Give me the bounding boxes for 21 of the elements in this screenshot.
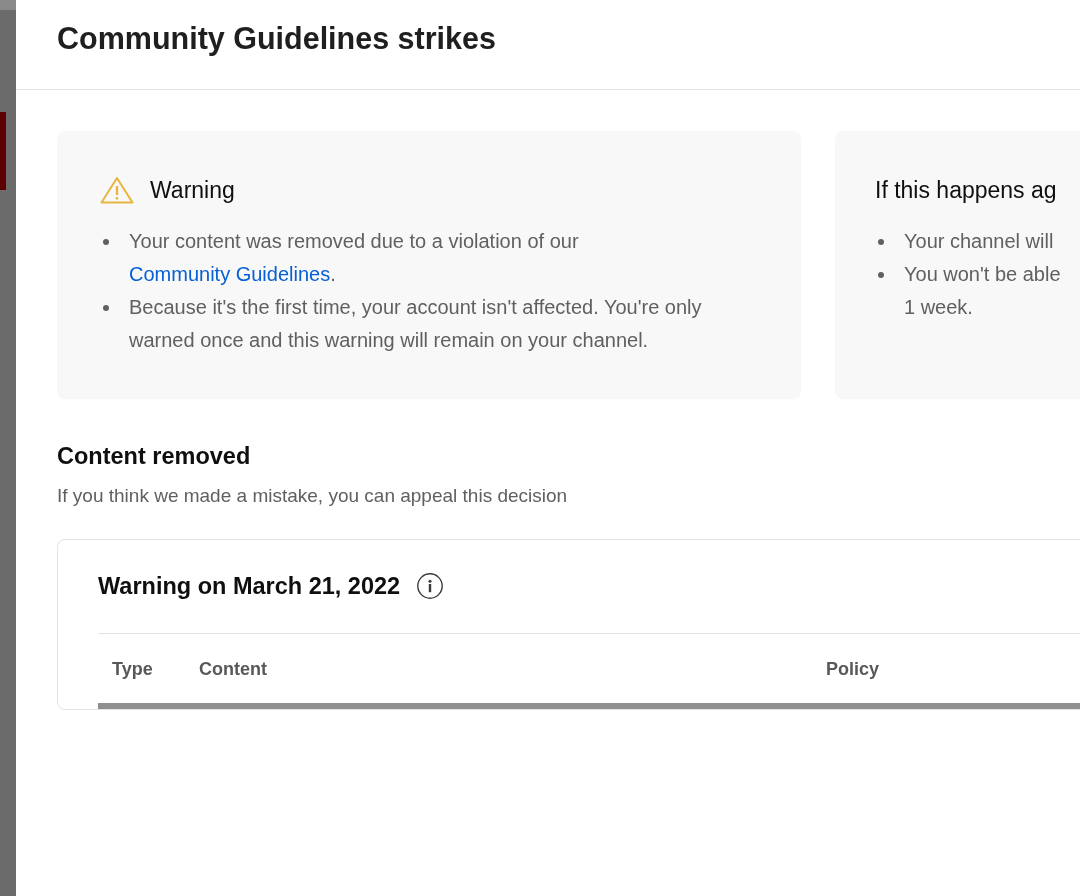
bullet-icon: [103, 239, 109, 245]
card-title: Warning: [150, 176, 235, 205]
bullet-icon: [878, 239, 884, 245]
warning-icon: [100, 176, 134, 204]
column-header: Type: [111, 657, 154, 681]
column-header: Content: [198, 657, 268, 681]
card-title: If this happens ag: [875, 176, 1057, 205]
strike-title: Warning on March 21, 2022: [98, 572, 401, 601]
bullet-text: You won't be able 1 week.: [904, 262, 1061, 320]
bullet-text: Because it's the first time, your account isn't affected. You're only warned once and this warning will remain on your channel.: [129, 295, 703, 353]
column-header: Policy: [825, 657, 881, 681]
bullet-text: Your content was removed due to a violation of our Community Guidelines.: [129, 229, 580, 287]
bullet-icon: [878, 272, 884, 278]
info-icon[interactable]: [417, 573, 444, 599]
guidelines-link[interactable]: Community Guidelines: [129, 263, 331, 285]
bullet-text: Your channel will: [904, 229, 1054, 254]
bullet-icon: [103, 305, 109, 311]
section-subtitle: If you think we made a mistake, you can appeal this decision: [57, 484, 568, 508]
section-heading: Content removed: [57, 442, 251, 471]
dialog-title: Community Guidelines strikes: [57, 20, 496, 57]
horizontal-scrollbar[interactable]: [98, 703, 1080, 709]
